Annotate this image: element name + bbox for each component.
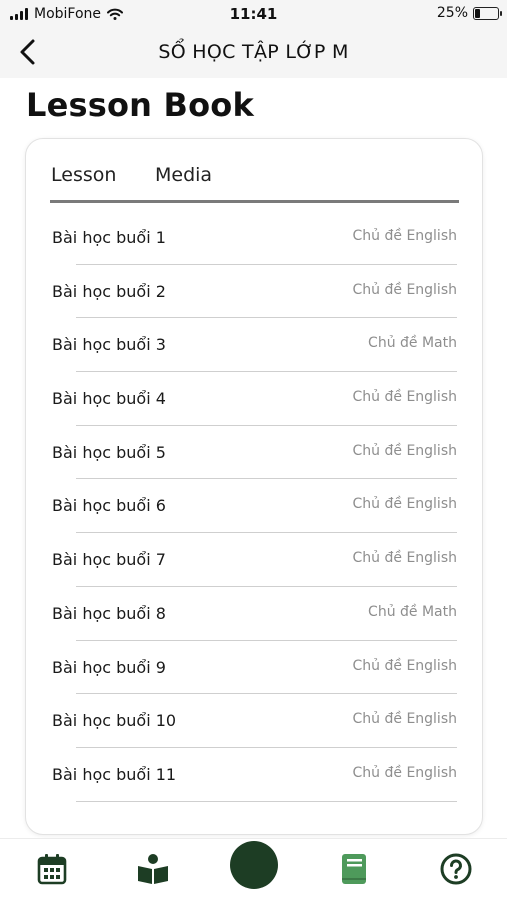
lesson-topic: Chủ đề English [352,281,457,298]
tab-reading[interactable] [131,847,175,891]
lesson-name: Bài học buổi 3 [52,335,166,355]
lesson-name: Bài học buổi 9 [52,657,166,677]
lesson-name: Bài học buổi 2 [52,281,166,301]
home-button[interactable] [230,841,278,889]
lesson-name: Bài học buổi 1 [52,228,166,247]
lesson-name: Bài học buổi 4 [52,389,166,409]
lesson-topic: Chủ đề English [352,657,457,674]
lesson-name: Bài học buổi 10 [52,711,177,731]
lesson-name: Bài học buổi 7 [52,550,166,570]
lesson-row[interactable]: Bài học buổi 3 Chủ đề Math [26,318,482,373]
tab-lesson[interactable]: Lesson [51,164,116,186]
lesson-row[interactable]: Bài học buổi 2 Chủ đề English [26,265,482,319]
tab-help[interactable] [434,847,478,891]
lesson-list: Bài học buổi 1 Chủ đề English Bài học buổi… [26,211,482,802]
lesson-topic: Chủ đề English [352,228,457,244]
tab-media[interactable]: Media [155,164,212,186]
help-icon [440,853,472,885]
battery-level [475,8,480,18]
lesson-topic: Chủ đề English [352,711,457,728]
lesson-topic: Chủ đề English [352,764,457,781]
lesson-row[interactable]: Bài học buổi 11 Chủ đề English [26,748,482,802]
battery-percent: 25% [436,5,468,21]
lesson-topic: Chủ đề English [352,550,457,567]
lesson-row[interactable]: Bài học buổi 4 Chủ đề English [26,372,482,426]
lesson-name: Bài học buổi 6 [52,496,166,516]
lesson-name: Bài học buổi 11 [52,764,177,784]
lesson-row[interactable]: Bài học buổi 7 Chủ đề English [26,533,482,587]
lesson-name: Bài học buổi 5 [52,442,166,462]
lesson-row[interactable]: Bài học buổi 9 Chủ đề English [26,641,482,695]
lesson-topic: Chủ đề Math [368,603,457,620]
lesson-row[interactable]: Bài học buổi 5 Chủ đề English [26,426,482,480]
lesson-topic: Chủ đề English [352,442,457,459]
lesson-card: Lesson Media Bài học buổi 1 Chủ đề Englis… [25,138,483,835]
lesson-row[interactable]: Bài học buổi 10 Chủ đề English [26,694,482,748]
nav-bar: SỔ HỌC TẬP LỚP M [0,28,507,78]
status-right: 25% [436,5,502,21]
lesson-topic: Chủ đề English [352,496,457,513]
status-bar: MobiFone 11:41 25% [0,0,507,28]
bottom-tab-bar [0,838,507,900]
page-title: Lesson Book [26,86,254,124]
reading-icon [138,854,168,884]
tab-lesson-book[interactable] [332,847,376,891]
lesson-name: Bài học buổi 8 [52,603,166,623]
battery-icon [473,6,502,20]
lesson-row[interactable]: Bài học buổi 6 Chủ đề English [26,479,482,534]
lesson-row[interactable]: Bài học buổi 1 Chủ đề English [26,211,482,265]
tab-calendar[interactable] [30,847,74,891]
row-divider [76,800,457,802]
lesson-topic: Chủ đề Math [368,335,457,352]
tab-bar-lesson-media: Lesson Media [50,163,459,203]
lesson-book-icon [342,854,366,884]
calendar-icon [37,854,67,885]
lesson-row[interactable]: Bài học buổi 8 Chủ đề Math [26,587,482,641]
nav-title: SỔ HỌC TẬP LỚP M [158,41,349,63]
status-time: 11:41 [229,5,278,23]
lesson-topic: Chủ đề English [352,389,457,406]
